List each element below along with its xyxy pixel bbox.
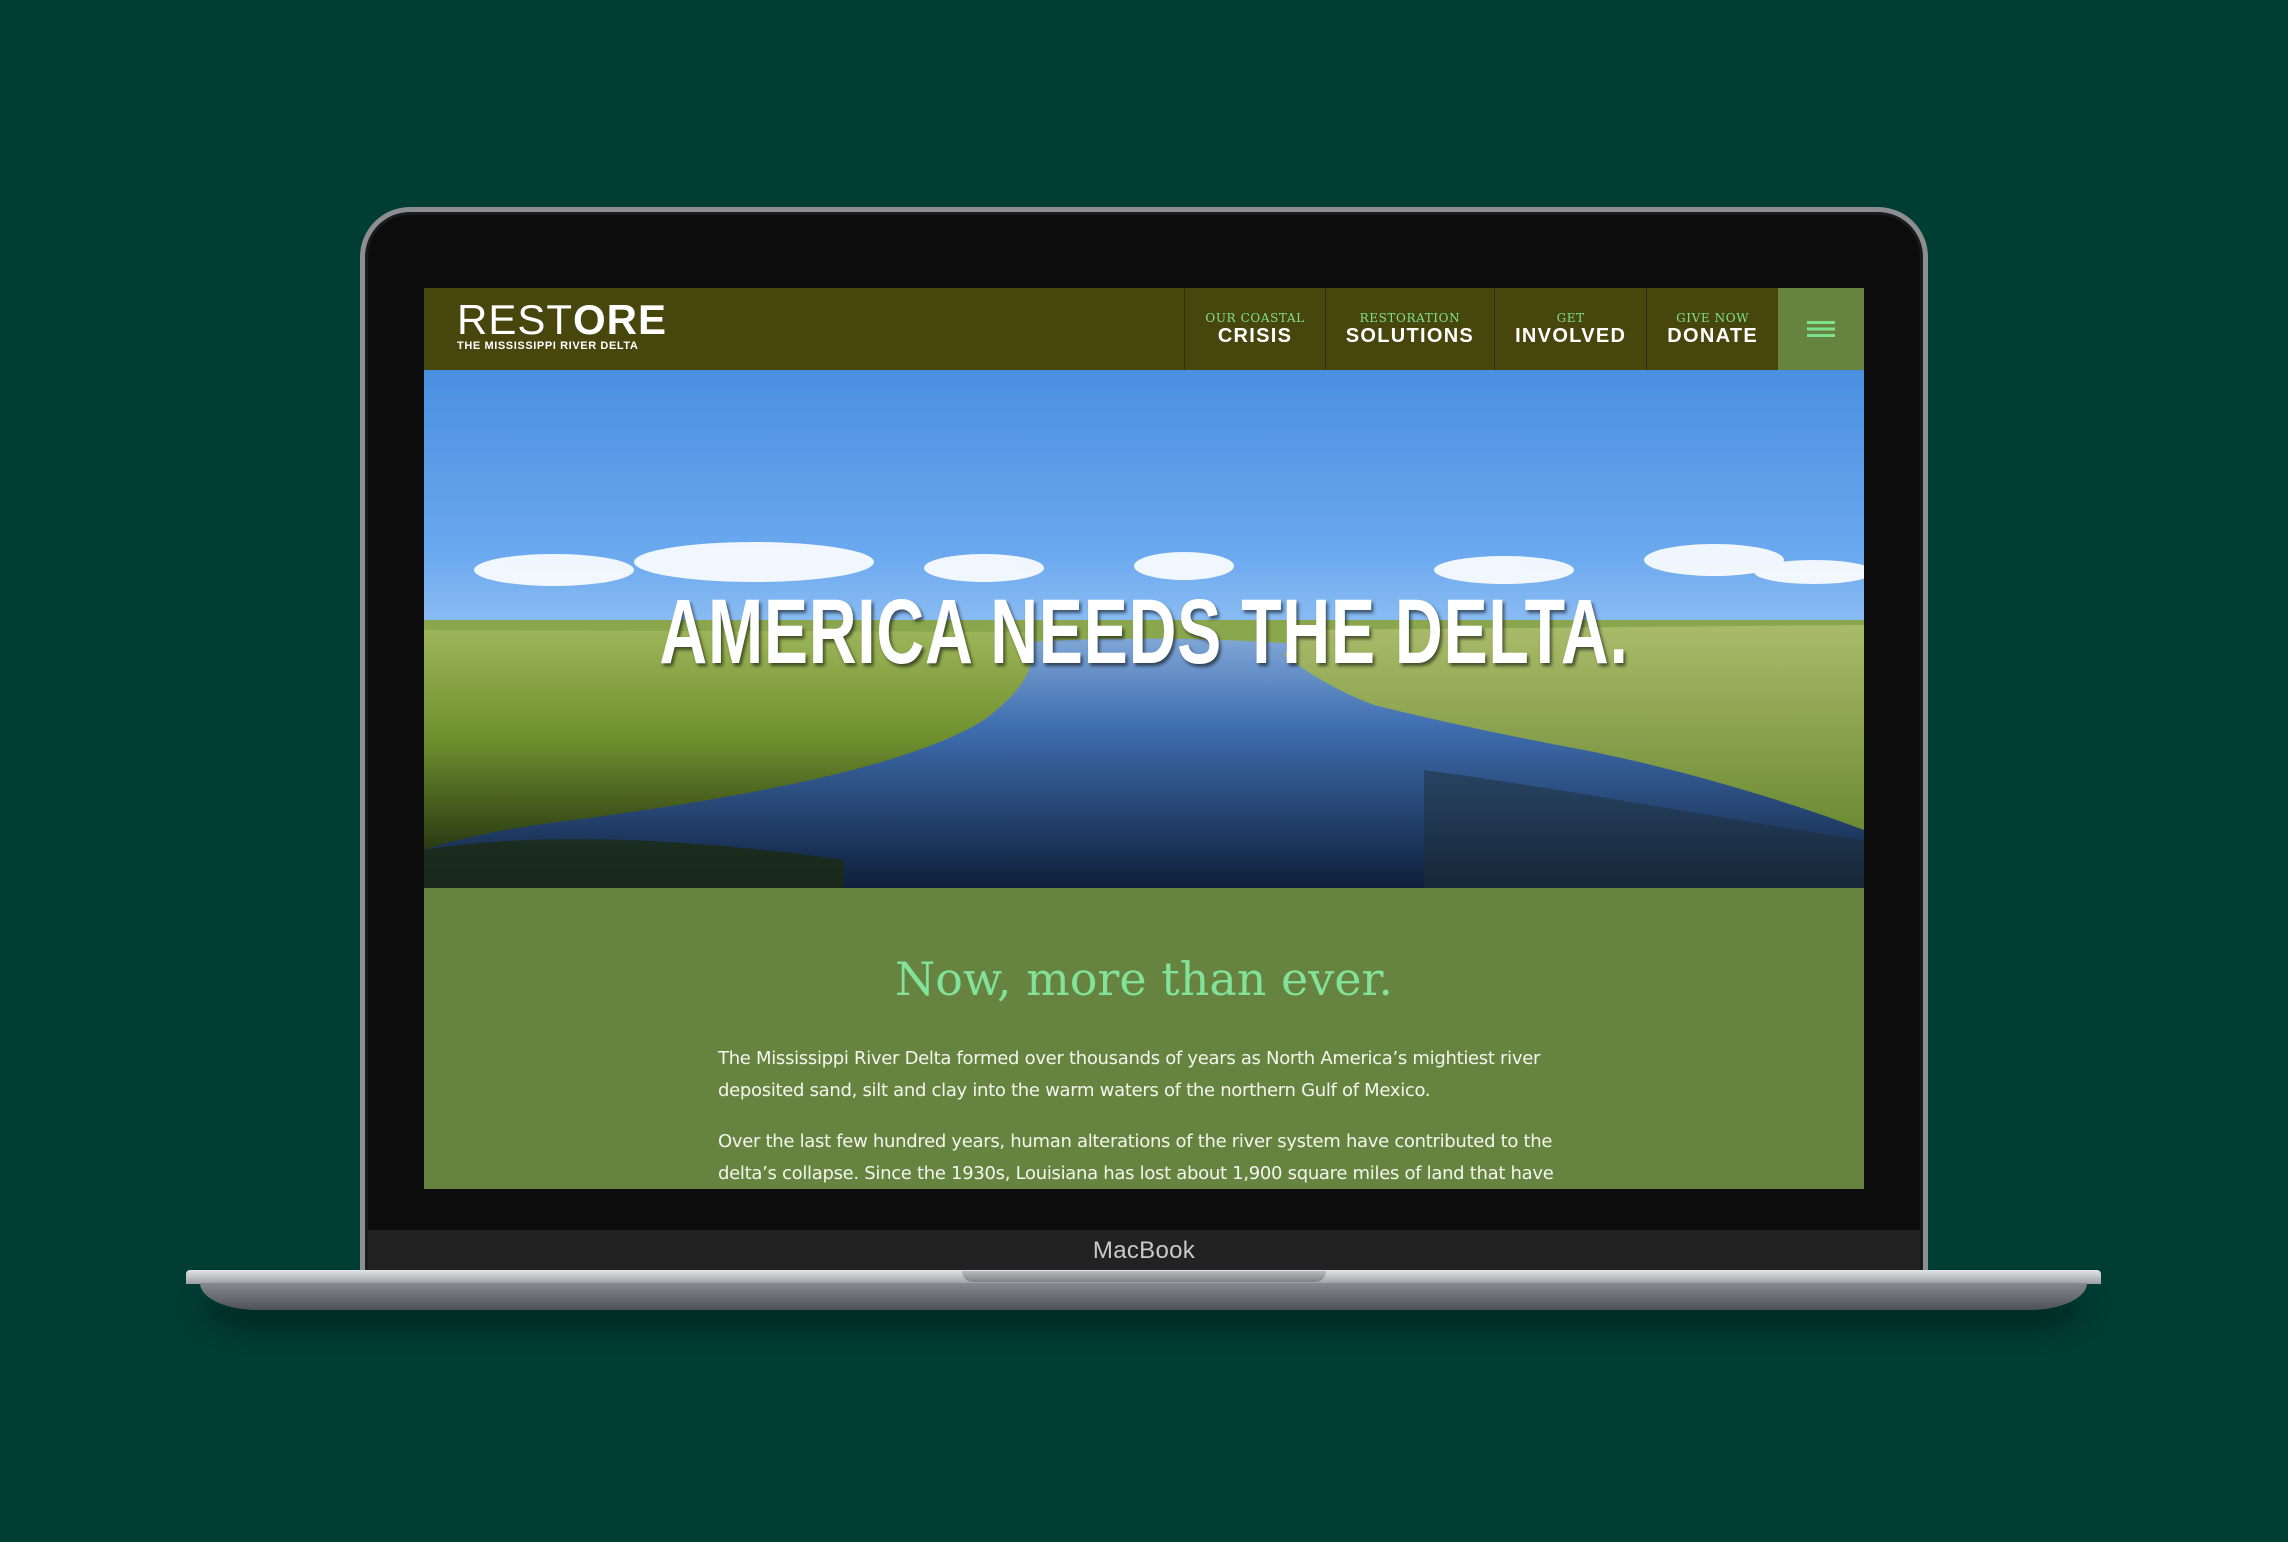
nav-label: CRISIS xyxy=(1217,324,1293,347)
nav-label: INVOLVED xyxy=(1515,324,1627,347)
intro-section: Now, more than ever. The Mississippi Riv… xyxy=(424,888,1864,1189)
nav-item-involved[interactable]: GET INVOLVED xyxy=(1494,288,1646,370)
nav-item-crisis[interactable]: OUR COASTAL CRISIS xyxy=(1184,288,1324,370)
nav-kicker: OUR COASTAL xyxy=(1205,310,1305,325)
site-logo[interactable]: RESTORE THE MISSISSIPPI RIVER DELTA xyxy=(424,288,1157,370)
nav-kicker: GET xyxy=(1556,310,1585,325)
nav-kicker: RESTORATION xyxy=(1359,310,1461,325)
nav-item-solutions[interactable]: RESTORATION SOLUTIONS xyxy=(1324,288,1494,370)
intro-paragraph-2: Over the last few hundred years, human a… xyxy=(718,1131,1554,1184)
logo-tagline: THE MISSISSIPPI RIVER DELTA xyxy=(457,340,639,352)
menu-button[interactable] xyxy=(1778,288,1864,370)
logo-wordmark-thin: REST xyxy=(457,296,574,343)
hero-banner: AMERICA NEEDS THE DELTA. xyxy=(424,370,1864,888)
laptop-brand-label: MacBook xyxy=(1092,1237,1196,1264)
nav-label: DONATE xyxy=(1667,324,1758,347)
laptop-base-bottom xyxy=(200,1283,2087,1310)
logo-wordmark-bold: ORE xyxy=(573,296,668,343)
hero-title: AMERICA NEEDS THE DELTA. xyxy=(659,581,1629,683)
logo-wordmark: RESTORE xyxy=(457,298,1157,342)
nav-label: SOLUTIONS xyxy=(1345,324,1475,347)
section-heading: Now, more than ever. xyxy=(894,952,1394,1006)
browser-viewport: RESTORE THE MISSISSIPPI RIVER DELTA OUR … xyxy=(424,288,1864,1189)
intro-paragraph-1: The Mississippi River Delta formed over … xyxy=(718,1048,1541,1101)
nav-item-donate[interactable]: GIVE NOW DONATE xyxy=(1646,288,1778,370)
hamburger-icon xyxy=(1807,321,1835,337)
site-header: RESTORE THE MISSISSIPPI RIVER DELTA OUR … xyxy=(424,288,1864,370)
laptop-hinge-notch xyxy=(962,1271,1326,1282)
nav-kicker: GIVE NOW xyxy=(1676,310,1750,325)
main-nav: OUR COASTAL CRISIS RESTORATION SOLUTIONS… xyxy=(1184,288,1864,370)
